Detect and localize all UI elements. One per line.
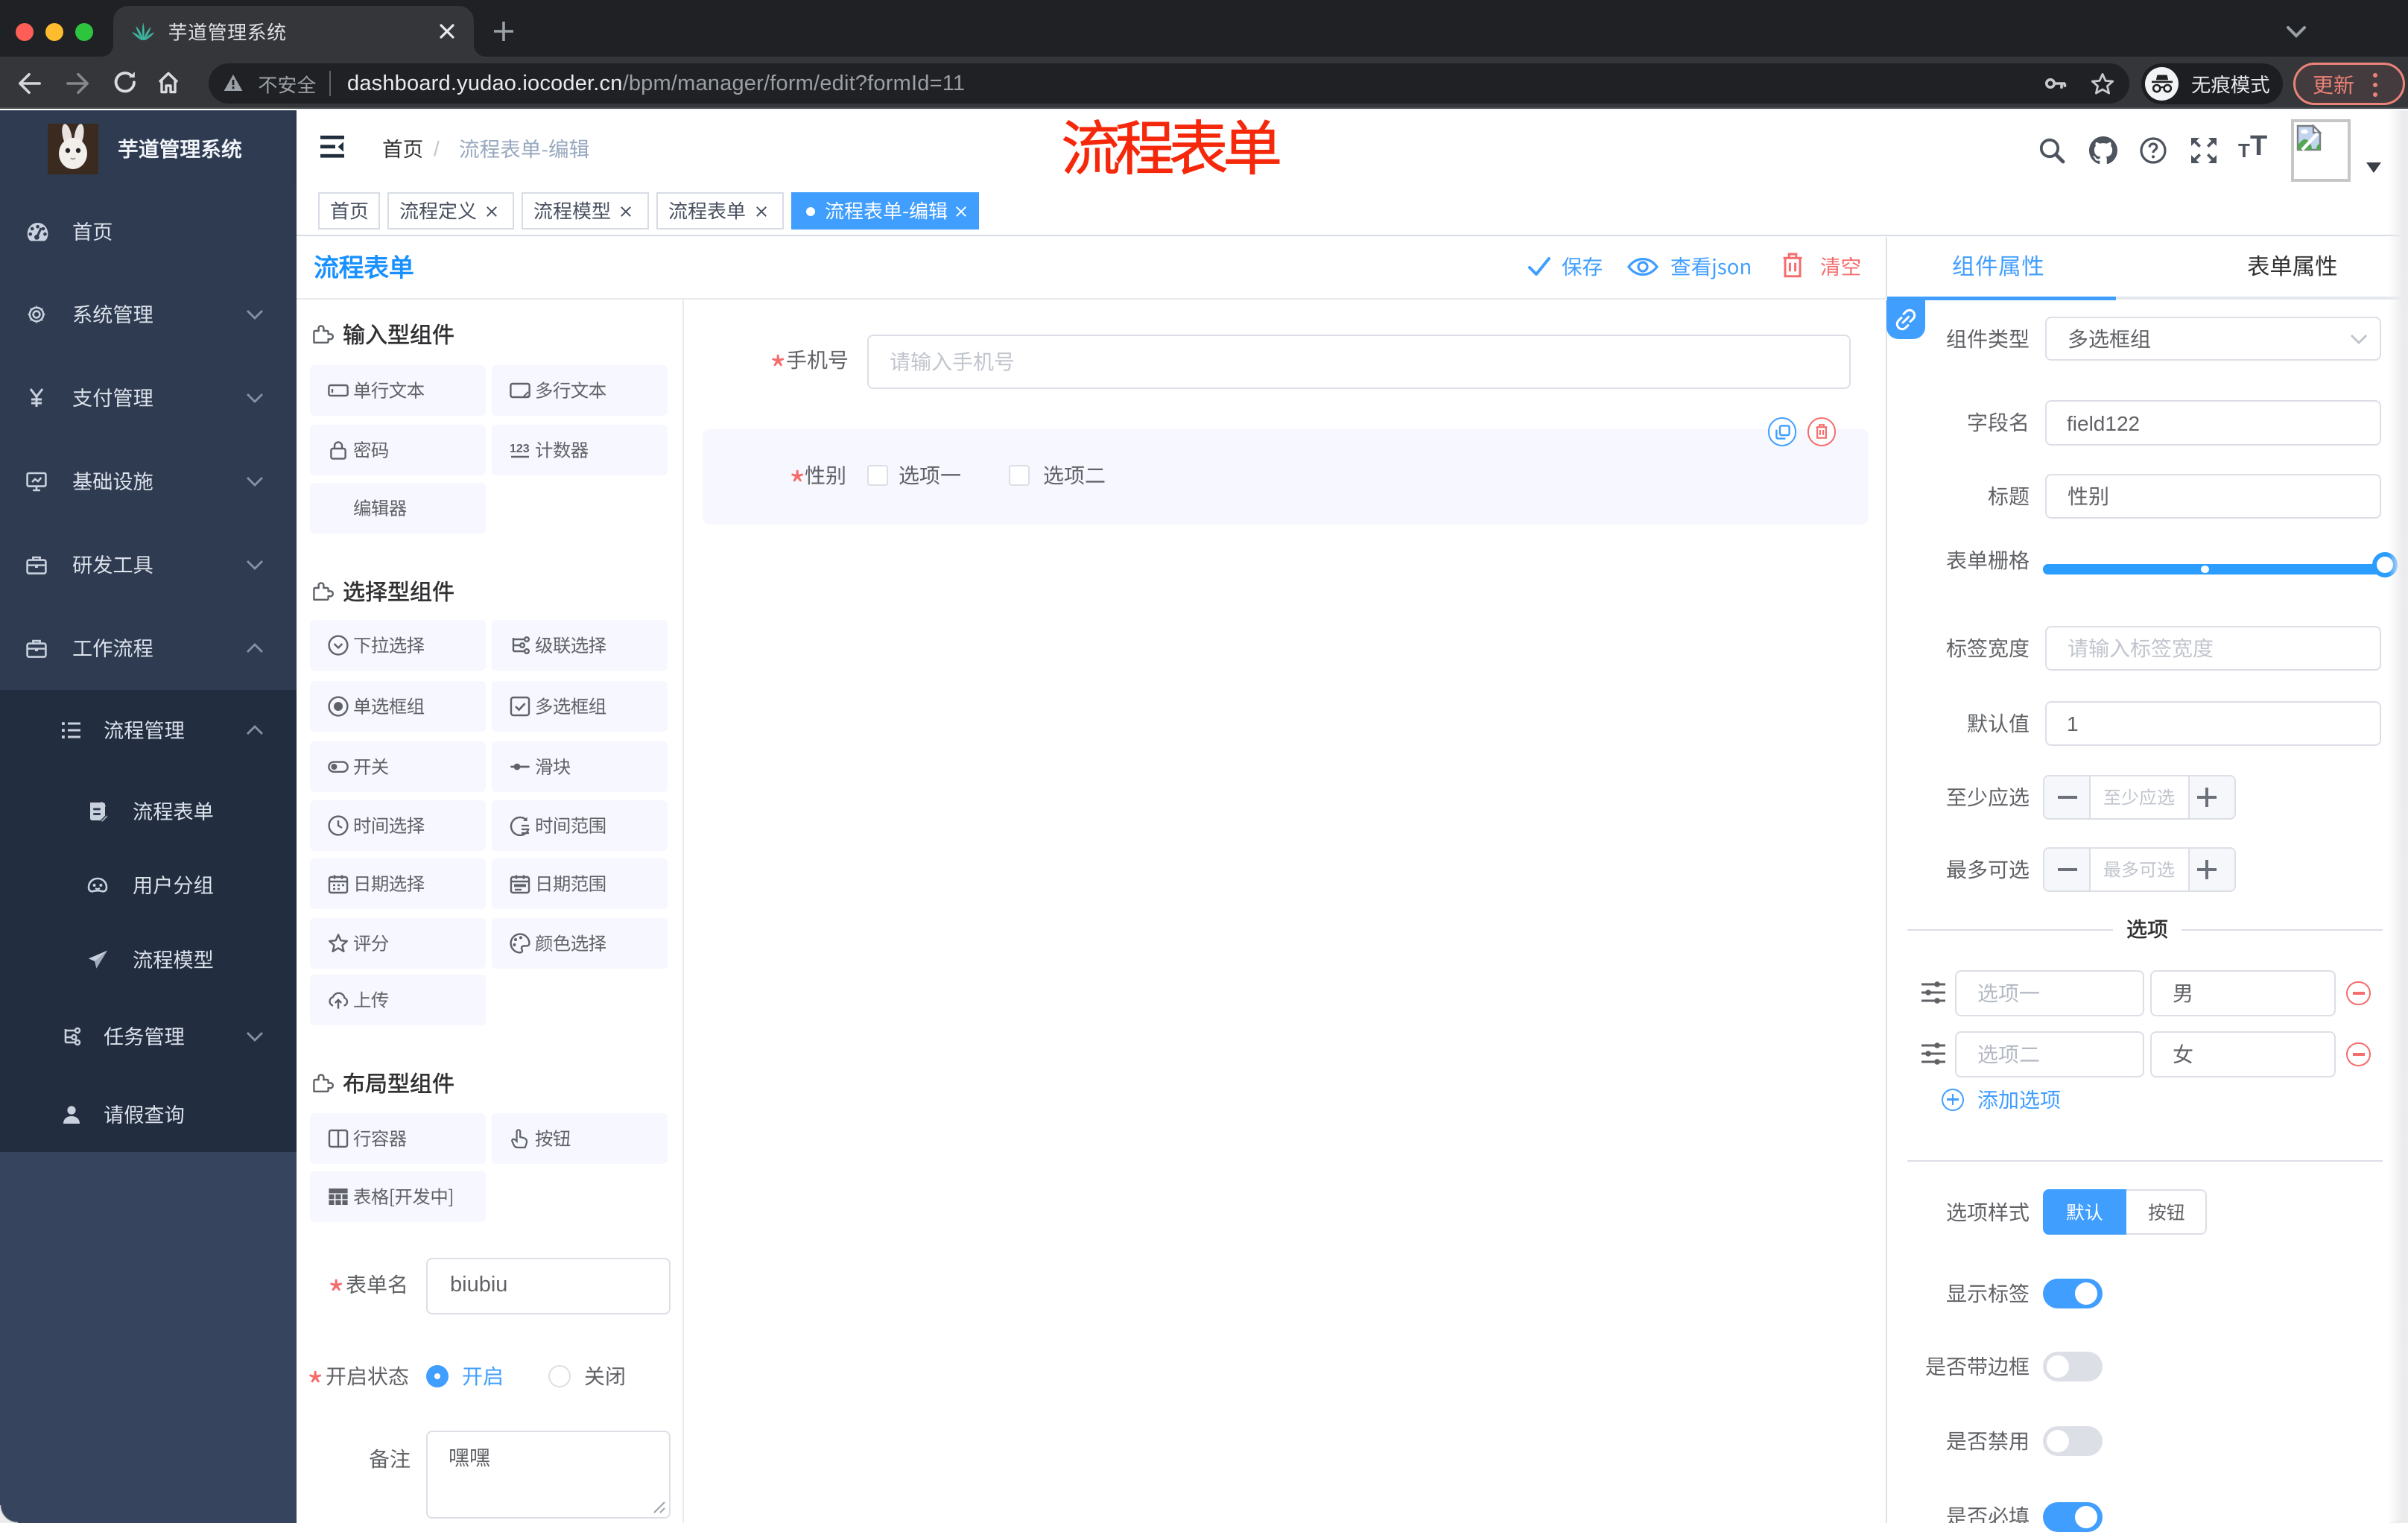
svg-text:123: 123 bbox=[510, 443, 530, 455]
